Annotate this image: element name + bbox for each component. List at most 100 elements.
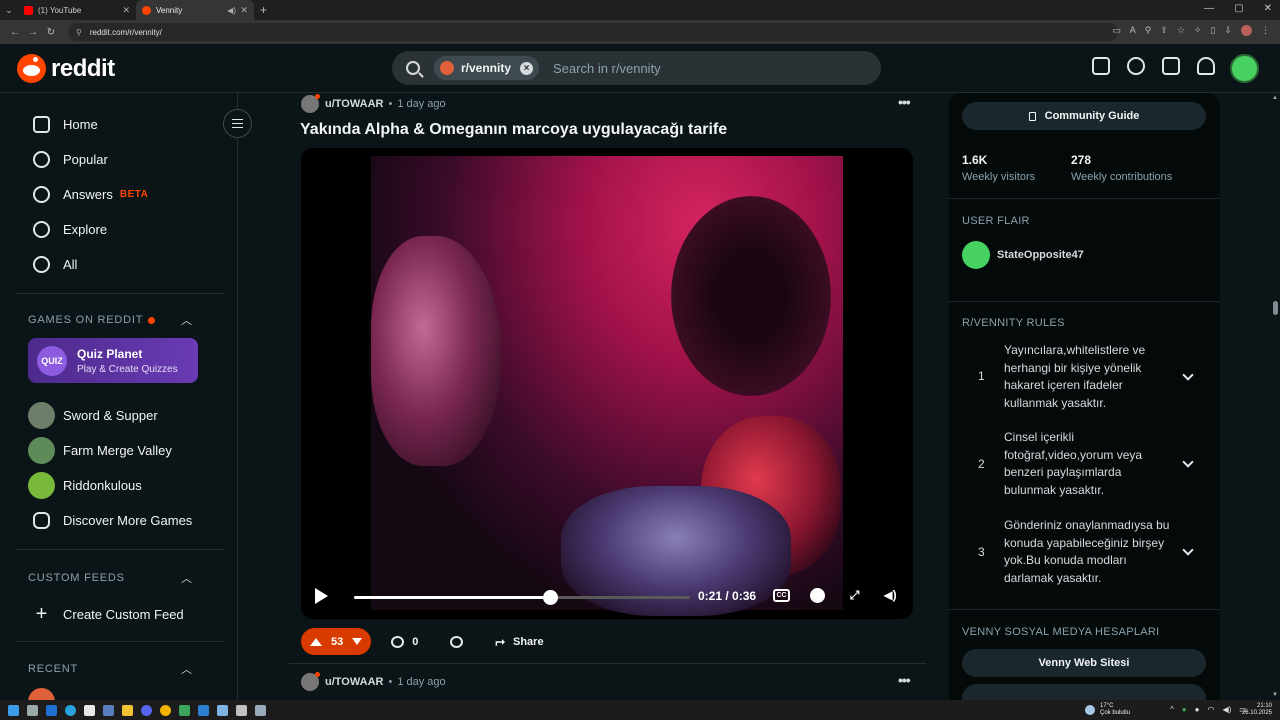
weather-widget[interactable]: 17°C Çok bulutlu — [1085, 703, 1130, 717]
app-icon[interactable] — [217, 704, 228, 716]
minimize-icon[interactable]: — — [1204, 3, 1214, 14]
nav-explore[interactable]: Explore — [33, 221, 107, 238]
comments-button[interactable]: 0 — [379, 628, 430, 655]
create-custom-feed[interactable]: + Create Custom Feed — [33, 603, 184, 626]
app-icon[interactable] — [198, 704, 209, 716]
volume-icon[interactable]: ◀) — [881, 587, 899, 604]
search-input[interactable]: Search in r/vennity — [553, 61, 661, 76]
quiz-planet-card[interactable]: QUIZ Quiz Planet Play & Create Quizzes — [28, 338, 198, 383]
site-info-icon[interactable]: ⚲ — [76, 28, 82, 37]
menu-icon[interactable]: ⋮ — [1261, 25, 1270, 36]
close-tab-icon[interactable]: ✕ — [240, 5, 248, 16]
download-icon[interactable]: ⇩ — [1224, 25, 1232, 36]
nav-popular[interactable]: Popular — [33, 151, 108, 168]
search-taskbar-icon[interactable] — [27, 704, 38, 716]
recent-community-icon[interactable] — [28, 688, 55, 700]
new-tab-button[interactable]: + — [260, 3, 267, 17]
chevron-down-icon[interactable] — [1182, 369, 1194, 381]
clock[interactable]: 21:10 26.10.2025 — [1242, 703, 1272, 717]
tray-expand-icon[interactable]: ^ — [1170, 705, 1174, 714]
seek-handle[interactable] — [542, 590, 558, 605]
recent-header[interactable]: RECENT — [28, 663, 78, 675]
create-post-icon[interactable] — [1162, 57, 1180, 75]
award-button[interactable] — [438, 628, 475, 655]
chevron-up-icon[interactable]: ︿ — [181, 312, 192, 328]
tray-app-icon[interactable]: ● — [1195, 705, 1200, 714]
address-bar[interactable]: ⚲ reddit.com/r/vennity/ — [68, 23, 1118, 41]
scroll-up-icon[interactable]: ▲ — [1272, 95, 1278, 101]
user-flair[interactable]: StateOpposite47 — [962, 241, 1084, 269]
app-icon[interactable] — [179, 704, 190, 716]
chrome-icon[interactable] — [160, 704, 171, 716]
speaker-icon[interactable]: ◀) — [227, 6, 236, 15]
outlook-icon[interactable] — [46, 704, 57, 716]
extensions-icon[interactable]: ✧ — [1194, 25, 1202, 36]
start-icon[interactable] — [8, 704, 19, 716]
forward-icon[interactable]: → — [24, 27, 42, 38]
user-avatar[interactable] — [1230, 54, 1259, 83]
reload-icon[interactable]: ↻ — [42, 27, 60, 38]
game-sword-supper[interactable]: Sword & Supper — [28, 402, 158, 429]
video-player[interactable]: 0:21 / 0:36 CC ⤢ ◀) — [301, 148, 913, 619]
nav-answers[interactable]: Answers BETA — [33, 186, 148, 203]
post-author[interactable]: u/TOWAAR — [325, 98, 383, 110]
share-button[interactable]: ⮣ Share — [483, 628, 555, 655]
social-link-button[interactable]: Venny Web Sitesi — [962, 649, 1206, 677]
zoom-icon[interactable]: ⚲ — [1145, 25, 1152, 36]
page-scrollbar[interactable]: ▲ ▼ — [1270, 93, 1280, 700]
close-tab-icon[interactable]: ✕ — [122, 5, 130, 16]
nav-home[interactable]: Home — [33, 116, 98, 133]
post-author[interactable]: u/TOWAAR — [325, 676, 383, 688]
user-avatar-icon[interactable] — [301, 672, 320, 691]
clear-chip-icon[interactable]: × — [520, 61, 534, 75]
community-guide-button[interactable]: Community Guide — [962, 102, 1206, 130]
downvote-icon[interactable] — [352, 638, 363, 645]
rule-item[interactable]: 2 Cinsel içerikli fotoğraf,video,yorum v… — [962, 429, 1207, 504]
volume-tray-icon[interactable]: ◀) — [1222, 705, 1231, 714]
captions-icon[interactable]: CC — [773, 589, 790, 602]
share-page-icon[interactable]: ⇪ — [1160, 25, 1168, 36]
notifications-icon[interactable] — [1197, 57, 1215, 75]
user-avatar-icon[interactable] — [301, 94, 320, 113]
app-icon[interactable] — [84, 704, 95, 716]
advertise-icon[interactable] — [1092, 57, 1110, 75]
discord-icon[interactable] — [141, 704, 152, 716]
translate-icon[interactable]: A — [1130, 25, 1136, 36]
game-farm-merge-valley[interactable]: Farm Merge Valley — [28, 437, 172, 464]
post-title[interactable]: Yakında Alpha & Omeganın marcoya uygulay… — [300, 121, 727, 139]
discover-more-games[interactable]: Discover More Games — [33, 512, 192, 529]
chevron-down-icon[interactable] — [1182, 456, 1194, 468]
edge-icon[interactable] — [65, 704, 76, 716]
bookmark-star-icon[interactable]: ☆ — [1177, 25, 1185, 36]
scroll-down-icon[interactable]: ▼ — [1272, 692, 1278, 698]
app-icon[interactable] — [236, 704, 247, 716]
tray-app-icon[interactable]: ● — [1182, 705, 1187, 714]
rule-item[interactable]: 3 Gönderiniz onaylanmadıysa bu konuda ya… — [962, 517, 1207, 592]
chevron-up-icon[interactable]: ︿ — [181, 661, 192, 677]
profile-avatar[interactable] — [1241, 25, 1252, 36]
back-icon[interactable]: ← — [6, 27, 24, 38]
nav-all[interactable]: All — [33, 256, 77, 273]
social-link-button[interactable] — [962, 684, 1206, 700]
upvote-icon[interactable] — [310, 637, 322, 646]
app-icon[interactable] — [103, 704, 114, 716]
more-options-icon[interactable]: ••• — [898, 94, 911, 110]
scroll-thumb[interactable] — [1273, 301, 1278, 315]
tab-search-icon[interactable]: ⌄ — [0, 5, 18, 16]
custom-feeds-header[interactable]: CUSTOM FEEDS — [28, 572, 125, 584]
search-bar[interactable]: r/vennity × Search in r/vennity — [392, 51, 881, 85]
close-window-icon[interactable]: ✕ — [1264, 3, 1272, 14]
fullscreen-icon[interactable]: ⤢ — [846, 587, 863, 604]
reddit-logo[interactable]: reddit — [17, 54, 115, 83]
more-options-icon[interactable]: ••• — [898, 672, 911, 688]
wifi-icon[interactable]: ◠ — [1207, 705, 1214, 714]
collapse-sidebar-button[interactable] — [223, 109, 252, 138]
play-icon[interactable] — [315, 588, 328, 604]
tab-vennity[interactable]: Vennity ◀) ✕ — [136, 0, 254, 20]
settings-gear-icon[interactable] — [810, 588, 825, 603]
chevron-up-icon[interactable]: ︿ — [181, 570, 192, 586]
maximize-icon[interactable]: ▢ — [1234, 3, 1243, 14]
tab-youtube[interactable]: (1) YouTube ✕ — [18, 0, 136, 20]
settings-icon[interactable] — [255, 704, 266, 716]
file-explorer-icon[interactable] — [122, 704, 133, 716]
